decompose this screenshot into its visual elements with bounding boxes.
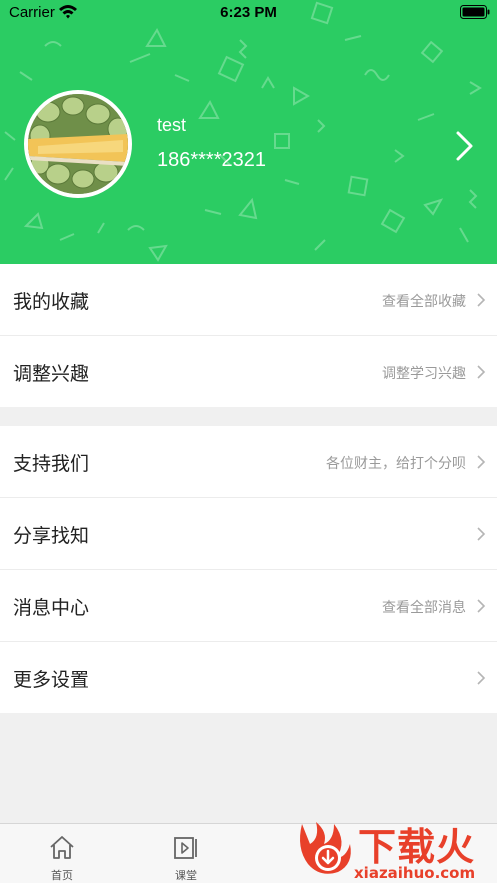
tab-home[interactable]: 首页 <box>0 824 124 883</box>
menu-item-title: 更多设置 <box>13 669 90 691</box>
chevron-right-icon <box>477 455 486 469</box>
chevron-right-icon <box>477 671 486 685</box>
status-time: 6:23 PM <box>220 4 277 21</box>
menu-item-interests[interactable]: 调整兴趣 调整学习兴趣 <box>0 336 497 407</box>
menu-item-subtitle: 各位财主，给打个分呗 <box>326 456 466 472</box>
avatar[interactable] <box>24 90 132 198</box>
menu-item-settings[interactable]: 更多设置 <box>0 642 497 713</box>
menu-item-favorites[interactable]: 我的收藏 查看全部收藏 <box>0 264 497 336</box>
classroom-icon <box>174 837 197 859</box>
menu-group-primary: 我的收藏 查看全部收藏 调整兴趣 调整学习兴趣 <box>0 264 497 407</box>
chevron-right-icon <box>477 293 486 307</box>
menu-item-messages[interactable]: 消息中心 查看全部消息 <box>0 570 497 642</box>
menu-item-title: 我的收藏 <box>13 291 90 313</box>
menu-item-support[interactable]: 支持我们 各位财主，给打个分呗 <box>0 426 497 498</box>
tab-label: 课堂 <box>175 869 197 882</box>
menu-item-subtitle: 查看全部消息 <box>382 600 466 616</box>
profile-header: Carrier 6:23 PM test 186****2321 <box>0 0 497 264</box>
profile-chevron-icon[interactable] <box>454 130 476 162</box>
username: test <box>157 115 187 135</box>
menu-item-subtitle: 调整学习兴趣 <box>382 366 466 382</box>
menu-item-subtitle: 查看全部收藏 <box>382 294 466 310</box>
watermark: 下载火 xiazaihuo.com <box>292 814 497 883</box>
menu-group-secondary: 支持我们 各位财主，给打个分呗 分享找知 消息中心 查看全部消息 更多设置 <box>0 426 497 713</box>
menu-item-title: 消息中心 <box>13 597 90 619</box>
watermark-title: 下载火 <box>358 825 476 869</box>
tab-label: 首页 <box>51 869 73 882</box>
phone-number: 186****2321 <box>157 149 266 171</box>
menu-item-share[interactable]: 分享找知 <box>0 498 497 570</box>
menu-item-title: 调整兴趣 <box>13 363 90 385</box>
battery-icon <box>460 5 490 19</box>
flame-download-icon <box>300 822 351 874</box>
status-bar: Carrier 6:23 PM <box>0 0 497 26</box>
tab-classroom[interactable]: 课堂 <box>124 824 248 883</box>
chevron-right-icon <box>477 527 486 541</box>
menu-item-title: 支持我们 <box>13 453 90 475</box>
menu-item-title: 分享找知 <box>13 525 90 547</box>
chevron-right-icon <box>477 599 486 613</box>
chevron-right-icon <box>477 365 486 379</box>
avatar-image <box>28 94 128 194</box>
watermark-url: xiazaihuo.com <box>354 864 476 882</box>
home-icon <box>50 836 74 859</box>
